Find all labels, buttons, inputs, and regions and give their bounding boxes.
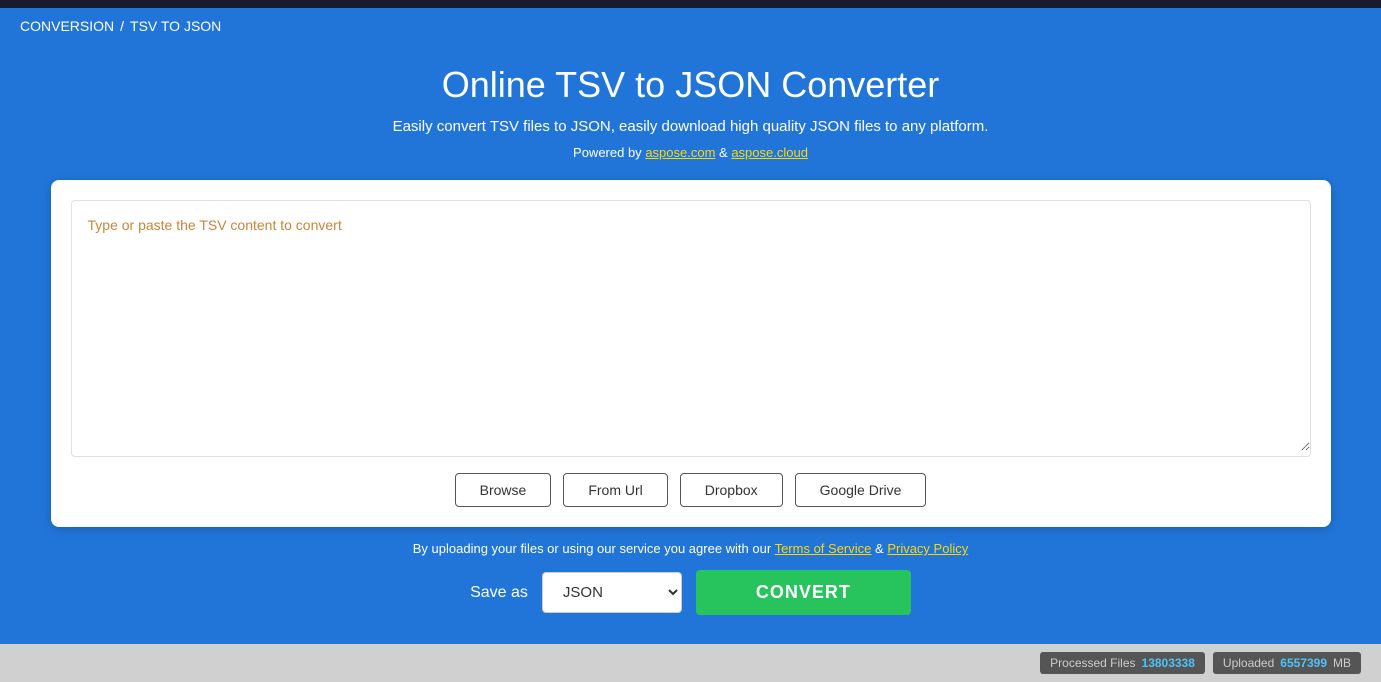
uploaded-unit: MB <box>1333 656 1351 670</box>
save-as-row: Save as JSON CSV XML HTML ODS XLS XLSX C… <box>470 570 911 615</box>
footer-bar: Processed Files 13803338 Uploaded 655739… <box>0 644 1381 682</box>
powered-by-amp: & <box>719 145 728 160</box>
terms-text: By uploading your files or using our ser… <box>413 541 968 556</box>
format-select[interactable]: JSON CSV XML HTML ODS XLS XLSX <box>542 572 682 613</box>
terms-amp: & <box>875 541 884 556</box>
from-url-button[interactable]: From Url <box>563 473 667 507</box>
processed-files-label: Processed Files <box>1050 656 1135 670</box>
converter-card: Browse From Url Dropbox Google Drive <box>51 180 1331 527</box>
uploaded-badge: Uploaded 6557399 MB <box>1213 652 1361 674</box>
powered-by: Powered by aspose.com & aspose.cloud <box>573 145 808 160</box>
tsv-content-textarea[interactable] <box>72 201 1310 451</box>
privacy-policy-link[interactable]: Privacy Policy <box>887 541 968 556</box>
page-title: Online TSV to JSON Converter <box>442 64 940 106</box>
powered-by-prefix: Powered by <box>573 145 642 160</box>
aspose-cloud-link[interactable]: aspose.cloud <box>731 145 808 160</box>
uploaded-value: 6557399 <box>1280 656 1327 670</box>
breadcrumb-conversion-link[interactable]: CONVERSION <box>20 18 114 34</box>
terms-prefix: By uploading your files or using our ser… <box>413 541 771 556</box>
save-as-label: Save as <box>470 584 528 602</box>
textarea-wrapper <box>71 200 1311 457</box>
top-bar <box>0 0 1381 8</box>
file-button-row: Browse From Url Dropbox Google Drive <box>71 473 1311 507</box>
terms-of-service-link[interactable]: Terms of Service <box>775 541 872 556</box>
breadcrumb: CONVERSION / TSV TO JSON <box>0 8 1381 44</box>
browse-button[interactable]: Browse <box>455 473 552 507</box>
aspose-com-link[interactable]: aspose.com <box>645 145 715 160</box>
google-drive-button[interactable]: Google Drive <box>795 473 927 507</box>
processed-files-badge: Processed Files 13803338 <box>1040 652 1205 674</box>
processed-files-value: 13803338 <box>1142 656 1195 670</box>
main-content: Online TSV to JSON Converter Easily conv… <box>0 44 1381 644</box>
breadcrumb-separator: / <box>120 18 124 34</box>
page-subtitle: Easily convert TSV files to JSON, easily… <box>393 118 989 135</box>
dropbox-button[interactable]: Dropbox <box>680 473 783 507</box>
breadcrumb-current: TSV TO JSON <box>130 18 221 34</box>
convert-button[interactable]: CONVERT <box>696 570 911 615</box>
uploaded-label: Uploaded <box>1223 656 1274 670</box>
